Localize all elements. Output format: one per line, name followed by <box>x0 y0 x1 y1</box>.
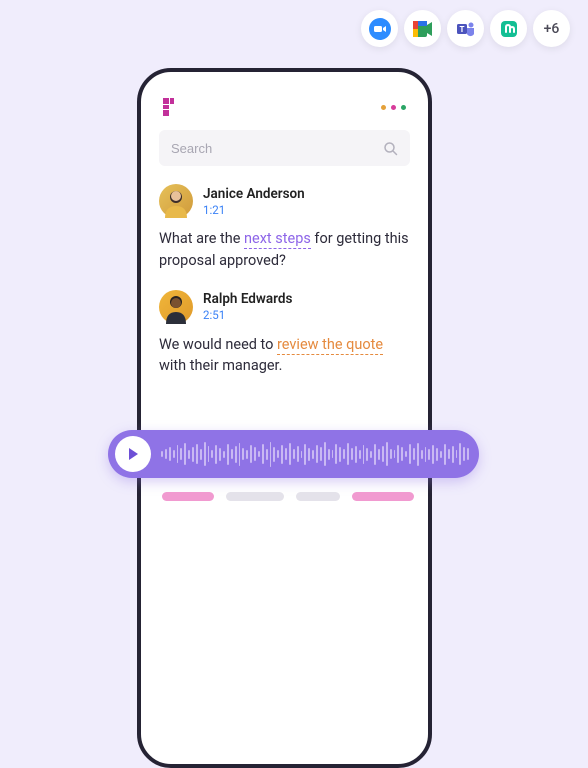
search-field[interactable] <box>159 130 410 166</box>
google-meet-icon <box>404 10 441 47</box>
timestamp[interactable]: 1:21 <box>203 203 305 217</box>
transcript-message: Janice Anderson 1:21 What are the next s… <box>159 184 410 272</box>
message-text: What are the next steps for getting this… <box>159 228 410 272</box>
speaker-name: Ralph Edwards <box>203 291 292 307</box>
keyword-highlight[interactable]: review the quote <box>277 336 383 355</box>
avatar <box>159 290 193 324</box>
timestamp[interactable]: 2:51 <box>203 308 292 322</box>
avatar <box>159 184 193 218</box>
integration-badges: T +6 <box>361 10 570 47</box>
more-integrations-badge[interactable]: +6 <box>533 10 570 47</box>
waveform[interactable] <box>161 440 469 468</box>
transcript-card: Janice Anderson 1:21 What are the next s… <box>137 68 432 768</box>
speaker-name: Janice Anderson <box>203 186 305 202</box>
svg-text:T: T <box>459 25 464 34</box>
menu-dots[interactable] <box>381 105 406 110</box>
search-icon <box>383 141 398 156</box>
search-input[interactable] <box>171 141 383 156</box>
zoom-icon <box>361 10 398 47</box>
keyword-highlight[interactable]: next steps <box>244 230 311 249</box>
app-logo <box>163 98 181 116</box>
audio-player[interactable] <box>108 430 479 478</box>
microsoft-teams-icon: T <box>447 10 484 47</box>
whereby-icon <box>490 10 527 47</box>
loading-skeleton <box>162 492 414 501</box>
play-button[interactable] <box>115 436 151 472</box>
message-text: We would need to review the quote with t… <box>159 334 410 378</box>
transcript-message: Ralph Edwards 2:51 We would need to revi… <box>159 290 410 378</box>
